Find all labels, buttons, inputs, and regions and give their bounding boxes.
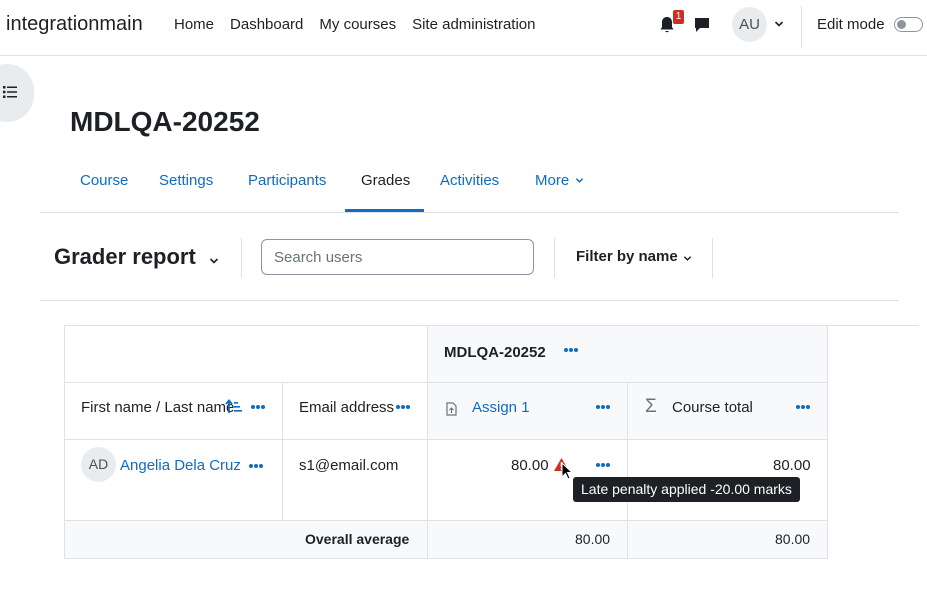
site-brand[interactable]: integrationmain (6, 13, 143, 36)
course-total-value: 80.00 (773, 457, 811, 474)
sort-ascending-icon[interactable] (225, 399, 242, 414)
list-icon (3, 86, 17, 98)
average-assign-value: 80.00 (575, 531, 611, 547)
tab-grades[interactable]: Grades (361, 172, 410, 189)
tab-more-label: More (535, 172, 570, 189)
mouse-cursor-icon (561, 462, 573, 480)
toolbar-divider (241, 238, 242, 278)
filter-by-name-button[interactable]: Filter by name (576, 248, 678, 265)
filter-chevron-down-icon[interactable] (683, 254, 692, 263)
assign-grade-actions-dots-icon[interactable] (595, 462, 611, 468)
more-chevron-down-icon (576, 178, 584, 183)
nav-my-courses-link[interactable]: My courses (319, 16, 396, 33)
page-title: MDLQA-20252 (70, 106, 260, 137)
toolbar-divider (712, 238, 713, 278)
assign-column-actions-dots-icon[interactable] (595, 404, 611, 410)
search-users-input[interactable] (261, 239, 534, 275)
tab-participants[interactable]: Participants (248, 172, 326, 189)
nav-dashboard-link[interactable]: Dashboard (230, 16, 303, 33)
tab-activities[interactable]: Activities (440, 172, 499, 189)
assign-grade-value: 80.00 (511, 457, 549, 474)
student-avatar: AD (81, 447, 116, 482)
tab-more[interactable]: More (535, 172, 584, 189)
nav-site-administration-link[interactable]: Site administration (412, 16, 535, 33)
top-navbar: integrationmain Home Dashboard My course… (0, 0, 927, 56)
late-penalty-tooltip: Late penalty applied -20.00 marks (573, 477, 800, 502)
toolbar-divider (554, 238, 555, 278)
sigma-icon: Σ (645, 396, 657, 417)
report-selector-chevron-down-icon[interactable] (209, 256, 219, 266)
table-corner-cell (64, 325, 428, 383)
assign-column-link[interactable]: Assign 1 (472, 399, 530, 416)
course-index-drawer-button[interactable] (0, 64, 34, 122)
student-email: s1@email.com (299, 457, 399, 474)
secondary-navigation: Course Settings Participants Grades Acti… (40, 158, 899, 213)
student-actions-dots-icon[interactable] (248, 463, 264, 469)
email-column-label: Email address (299, 399, 395, 416)
email-column-actions-dots-icon[interactable] (395, 404, 411, 410)
edit-mode-toggle[interactable] (894, 17, 923, 32)
edit-mode-label: Edit mode (817, 16, 885, 33)
notification-count-badge: 1 (673, 10, 684, 24)
student-name-link[interactable]: Angelia Dela Cruz (120, 457, 241, 474)
navbar-divider (801, 6, 802, 48)
student-email-cell (282, 439, 428, 521)
name-column-actions-dots-icon[interactable] (250, 404, 266, 410)
user-menu-chevron-down-icon[interactable] (774, 19, 784, 29)
category-actions-dots-icon[interactable] (563, 347, 579, 353)
toolbar-bottom-divider (40, 300, 899, 301)
average-label: Overall average (305, 531, 410, 547)
nav-home-link[interactable]: Home (174, 16, 214, 33)
primary-navigation: Home Dashboard My courses Site administr… (174, 16, 536, 33)
active-tab-indicator (345, 209, 424, 212)
messages-icon[interactable] (692, 15, 712, 35)
tab-course[interactable]: Course (80, 172, 128, 189)
report-selector[interactable]: Grader report (54, 244, 196, 270)
average-total-value: 80.00 (775, 531, 811, 547)
category-header-label: MDLQA-20252 (444, 344, 546, 361)
user-avatar[interactable]: AU (732, 7, 767, 42)
name-column-label[interactable]: First name / Last name (81, 399, 234, 416)
assignment-icon (446, 402, 457, 416)
tab-settings[interactable]: Settings (159, 172, 213, 189)
total-column-actions-dots-icon[interactable] (795, 404, 811, 410)
total-column-label: Course total (672, 399, 753, 416)
category-header-extension (827, 325, 919, 326)
